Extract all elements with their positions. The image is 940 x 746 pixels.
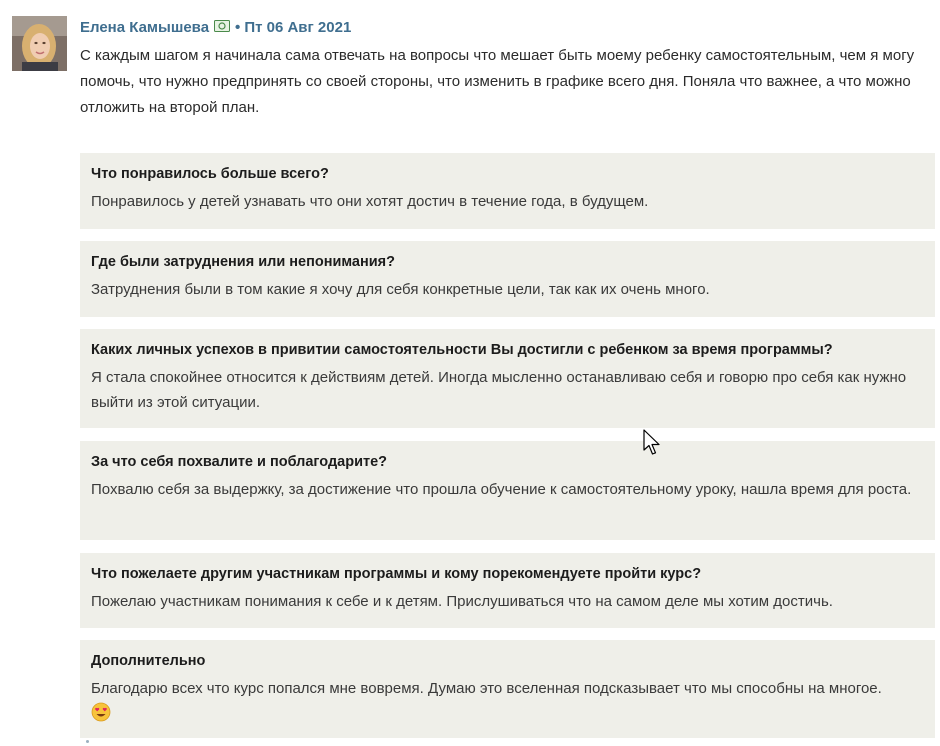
comment-date[interactable]: Пт 06 Авг 2021 bbox=[244, 19, 351, 36]
qa-answer: Благодарю всех что курс попался мне вовр… bbox=[91, 680, 882, 697]
qa-answer: Я стала спокойнее относится к действиям … bbox=[91, 369, 907, 411]
qa-block: Что пожелаете другим участникам программ… bbox=[80, 553, 935, 628]
qa-question: Где были затруднения или непонимания? bbox=[91, 254, 395, 270]
qa-question: Что понравилось больше всего? bbox=[91, 166, 329, 182]
qa-block: Дополнительно Благодарю всех что курс по… bbox=[80, 640, 935, 738]
qa-answer: Понравилось у детей узнавать что они хот… bbox=[91, 193, 649, 210]
qa-answer: Пожелаю участникам понимания к себе и к … bbox=[91, 593, 833, 610]
heart-eyes-emoji-icon bbox=[91, 702, 924, 727]
comment-intro: С каждым шагом я начинала сама отвечать … bbox=[80, 47, 915, 116]
author-name[interactable]: Елена Камышева bbox=[80, 19, 209, 36]
qa-block: Каких личных успехов в привитии самостоя… bbox=[80, 329, 935, 428]
qa-question: Каких личных успехов в привитии самостоя… bbox=[91, 342, 833, 358]
qa-question: Дополнительно bbox=[91, 653, 206, 669]
comment-header: Елена Камышева • Пт 06 Авг 2021 bbox=[80, 17, 351, 37]
scroll-indicator bbox=[86, 740, 89, 743]
qa-block: За что себя похвалите и поблагодарите? П… bbox=[80, 441, 935, 540]
qa-question: За что себя похвалите и поблагодарите? bbox=[91, 454, 388, 470]
mouse-pointer-icon bbox=[643, 429, 661, 462]
qa-answer: Затруднения были в том какие я хочу для … bbox=[91, 281, 710, 298]
qa-block: Что понравилось больше всего? Понравилос… bbox=[80, 153, 935, 229]
header-separator: • bbox=[235, 18, 241, 36]
qa-answer: Похвалю себя за выдержку, за достижение … bbox=[91, 481, 912, 498]
qa-block: Где были затруднения или непонимания? За… bbox=[80, 241, 935, 317]
money-icon bbox=[214, 19, 231, 36]
avatar[interactable] bbox=[12, 16, 67, 71]
qa-question: Что пожелаете другим участникам программ… bbox=[91, 566, 702, 582]
